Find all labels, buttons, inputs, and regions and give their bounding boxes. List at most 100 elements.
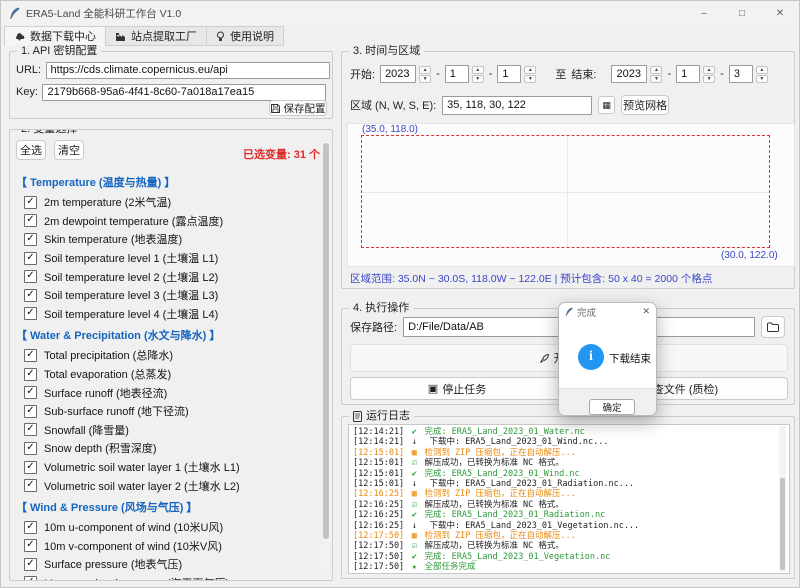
region-input[interactable] xyxy=(442,96,592,115)
checkbox-checked-icon[interactable]: ✓ xyxy=(24,196,37,209)
tab-station-factory[interactable]: 站点提取工厂 xyxy=(105,26,207,46)
end-month-input[interactable] xyxy=(676,65,700,83)
spin-down-icon[interactable]: ▼ xyxy=(756,75,768,83)
end-year-input[interactable] xyxy=(611,65,647,83)
spin-up-icon[interactable]: ▲ xyxy=(419,66,431,74)
checkbox-checked-icon[interactable]: ✓ xyxy=(24,558,37,571)
variable-label: 2m dewpoint temperature (露点温度) xyxy=(44,213,223,229)
select-all-button[interactable]: 全选 xyxy=(16,140,46,160)
variable-checkbox-row[interactable]: ✓Volumetric soil water layer 1 (土壤水 L1) xyxy=(24,458,322,477)
variable-checkbox-row[interactable]: ✓10m u-component of wind (10米U风) xyxy=(24,518,322,537)
checkbox-checked-icon[interactable]: ✓ xyxy=(24,521,37,534)
checkbox-checked-icon[interactable]: ✓ xyxy=(24,405,37,418)
checkbox-checked-icon[interactable]: ✓ xyxy=(24,442,37,455)
checkbox-checked-icon[interactable]: ✓ xyxy=(24,270,37,283)
spin-down-icon[interactable]: ▼ xyxy=(419,75,431,83)
scrollbar-thumb[interactable] xyxy=(780,478,785,570)
dialog-close-icon[interactable]: ✕ xyxy=(642,306,650,317)
end-day-input[interactable] xyxy=(729,65,753,83)
variable-checkbox-row[interactable]: ✓Sub-surface runoff (地下径流) xyxy=(24,402,322,421)
variable-checkbox-row[interactable]: ✓Surface pressure (地表气压) xyxy=(24,555,322,574)
checkbox-checked-icon[interactable]: ✓ xyxy=(24,289,37,302)
tab-help[interactable]: 使用说明 xyxy=(206,26,284,46)
checkbox-checked-icon[interactable]: ✓ xyxy=(24,252,37,265)
checkbox-checked-icon[interactable]: ✓ xyxy=(24,479,37,492)
checkbox-checked-icon[interactable]: ✓ xyxy=(24,576,37,581)
spin-up-icon[interactable]: ▲ xyxy=(650,66,662,74)
section-title: 3. 时间与区域 xyxy=(349,45,424,58)
variable-checkbox-row[interactable]: ✓ 2m dewpoint temperature (露点温度) xyxy=(24,212,322,231)
variable-checkbox-row[interactable]: ✓ Skin temperature (地表温度) xyxy=(24,230,322,249)
variable-checkbox-row[interactable]: ✓Snowfall (降雪量) xyxy=(24,421,322,440)
tab-download-center[interactable]: 数据下载中心 xyxy=(4,26,106,46)
minimize-button[interactable]: – xyxy=(697,8,711,19)
checkbox-checked-icon[interactable]: ✓ xyxy=(24,214,37,227)
dialog-title-bar: 完成 ✕ xyxy=(559,303,656,320)
start-day-input[interactable] xyxy=(497,65,521,83)
log-line: [12:16:25] ↓ 下载中: ERA5_Land_2023_01_Vege… xyxy=(353,521,785,531)
spin-up-icon[interactable]: ▲ xyxy=(703,66,715,74)
checkbox-checked-icon[interactable]: ✓ xyxy=(24,233,37,246)
clear-button[interactable]: 清空 xyxy=(54,140,84,160)
ok-button[interactable]: 确定 xyxy=(589,399,635,415)
log-output[interactable]: [12:14:21] ✔ 完成: ERA5_Land_2023_01_Water… xyxy=(348,424,790,574)
maximize-button[interactable]: □ xyxy=(735,8,749,19)
download-icon: ↓ xyxy=(409,479,419,489)
checkbox-checked-icon[interactable]: ✓ xyxy=(24,461,37,474)
checkbox-checked-icon[interactable]: ✓ xyxy=(24,368,37,381)
variable-checkbox-row[interactable]: ✓Total precipitation (总降水) xyxy=(24,346,322,365)
window-title: ERA5-Land 全能科研工作台 V1.0 xyxy=(26,6,181,21)
browse-folder-button[interactable] xyxy=(761,316,785,338)
variable-label: Skin temperature (地表温度) xyxy=(44,231,182,247)
variable-list: 【 Temperature (温度与热量) 】✓2m temperature (… xyxy=(10,170,322,581)
stop-task-button[interactable]: ▣ 停止任务 xyxy=(350,377,564,400)
variable-checkbox-row[interactable]: ✓Snow depth (积雪深度) xyxy=(24,439,322,458)
log-line: [12:15:01] ✔ 完成: ERA5_Land_2023_01_Wind.… xyxy=(353,469,785,479)
grid-icon-button[interactable]: ▦ xyxy=(598,96,615,114)
variable-checkbox-row[interactable]: ✓Volumetric soil water layer 2 (土壤水 L2) xyxy=(24,476,322,495)
variable-checkbox-row[interactable]: ✓Soil temperature level 2 (土壤温 L2) xyxy=(24,267,322,286)
variable-checkbox-row[interactable]: ✓10m v-component of wind (10米V风) xyxy=(24,537,322,556)
variable-checkbox-row[interactable]: ✓Soil temperature level 3 (土壤温 L3) xyxy=(24,286,322,305)
completion-dialog: 完成 ✕ i 下载结束 确定 xyxy=(558,302,657,416)
end-year-spinbox[interactable]: ▲▼ xyxy=(611,65,662,83)
start-day-spinbox[interactable]: ▲▼ xyxy=(497,65,536,83)
variable-checkbox-row[interactable]: ✓Surface runoff (地表径流) xyxy=(24,383,322,402)
preview-grid-button[interactable]: 预览网格 xyxy=(621,95,669,115)
scrollbar-thumb[interactable] xyxy=(323,143,329,539)
checkbox-checked-icon[interactable]: ✓ xyxy=(24,539,37,552)
start-month-input[interactable] xyxy=(445,65,469,83)
variable-checkbox-row[interactable]: ✓2m temperature (2米气温) xyxy=(24,193,322,212)
end-month-spinbox[interactable]: ▲▼ xyxy=(676,65,715,83)
spin-up-icon[interactable]: ▲ xyxy=(756,66,768,74)
lightbulb-icon xyxy=(216,31,225,42)
date-separator: - xyxy=(720,68,724,80)
checkbox-checked-icon[interactable]: ✓ xyxy=(24,349,37,362)
save-config-button[interactable]: 保存配置 xyxy=(269,100,327,116)
spin-down-icon[interactable]: ▼ xyxy=(472,75,484,83)
start-year-spinbox[interactable]: ▲▼ xyxy=(380,65,431,83)
spin-up-icon[interactable]: ▲ xyxy=(524,66,536,74)
variable-checkbox-row[interactable]: ✓Soil temperature level 1 (土壤温 L1) xyxy=(24,249,322,268)
log-scrollbar[interactable] xyxy=(779,426,786,572)
close-button[interactable]: ✕ xyxy=(773,8,787,19)
spin-up-icon[interactable]: ▲ xyxy=(472,66,484,74)
variable-checkbox-row[interactable]: ✓Mean sea level pressure (海平面气压) xyxy=(24,574,322,581)
end-day-spinbox[interactable]: ▲▼ xyxy=(729,65,768,83)
section-title: 4. 执行操作 xyxy=(349,302,413,315)
info-icon: i xyxy=(578,344,604,370)
spin-down-icon[interactable]: ▼ xyxy=(703,75,715,83)
checkbox-checked-icon[interactable]: ✓ xyxy=(24,386,37,399)
spin-down-icon[interactable]: ▼ xyxy=(524,75,536,83)
api-key-input[interactable] xyxy=(42,84,326,101)
spin-down-icon[interactable]: ▼ xyxy=(650,75,662,83)
download-icon: ↓ xyxy=(409,521,419,531)
start-year-input[interactable] xyxy=(380,65,416,83)
variable-checkbox-row[interactable]: ✓Soil temperature level 4 (土壤温 L4) xyxy=(24,305,322,324)
variable-list-scrollbar[interactable] xyxy=(322,139,330,573)
checkbox-checked-icon[interactable]: ✓ xyxy=(24,423,37,436)
start-month-spinbox[interactable]: ▲▼ xyxy=(445,65,484,83)
checkbox-checked-icon[interactable]: ✓ xyxy=(24,307,37,320)
variable-checkbox-row[interactable]: ✓Total evaporation (总蒸发) xyxy=(24,365,322,384)
url-input[interactable] xyxy=(46,62,330,79)
